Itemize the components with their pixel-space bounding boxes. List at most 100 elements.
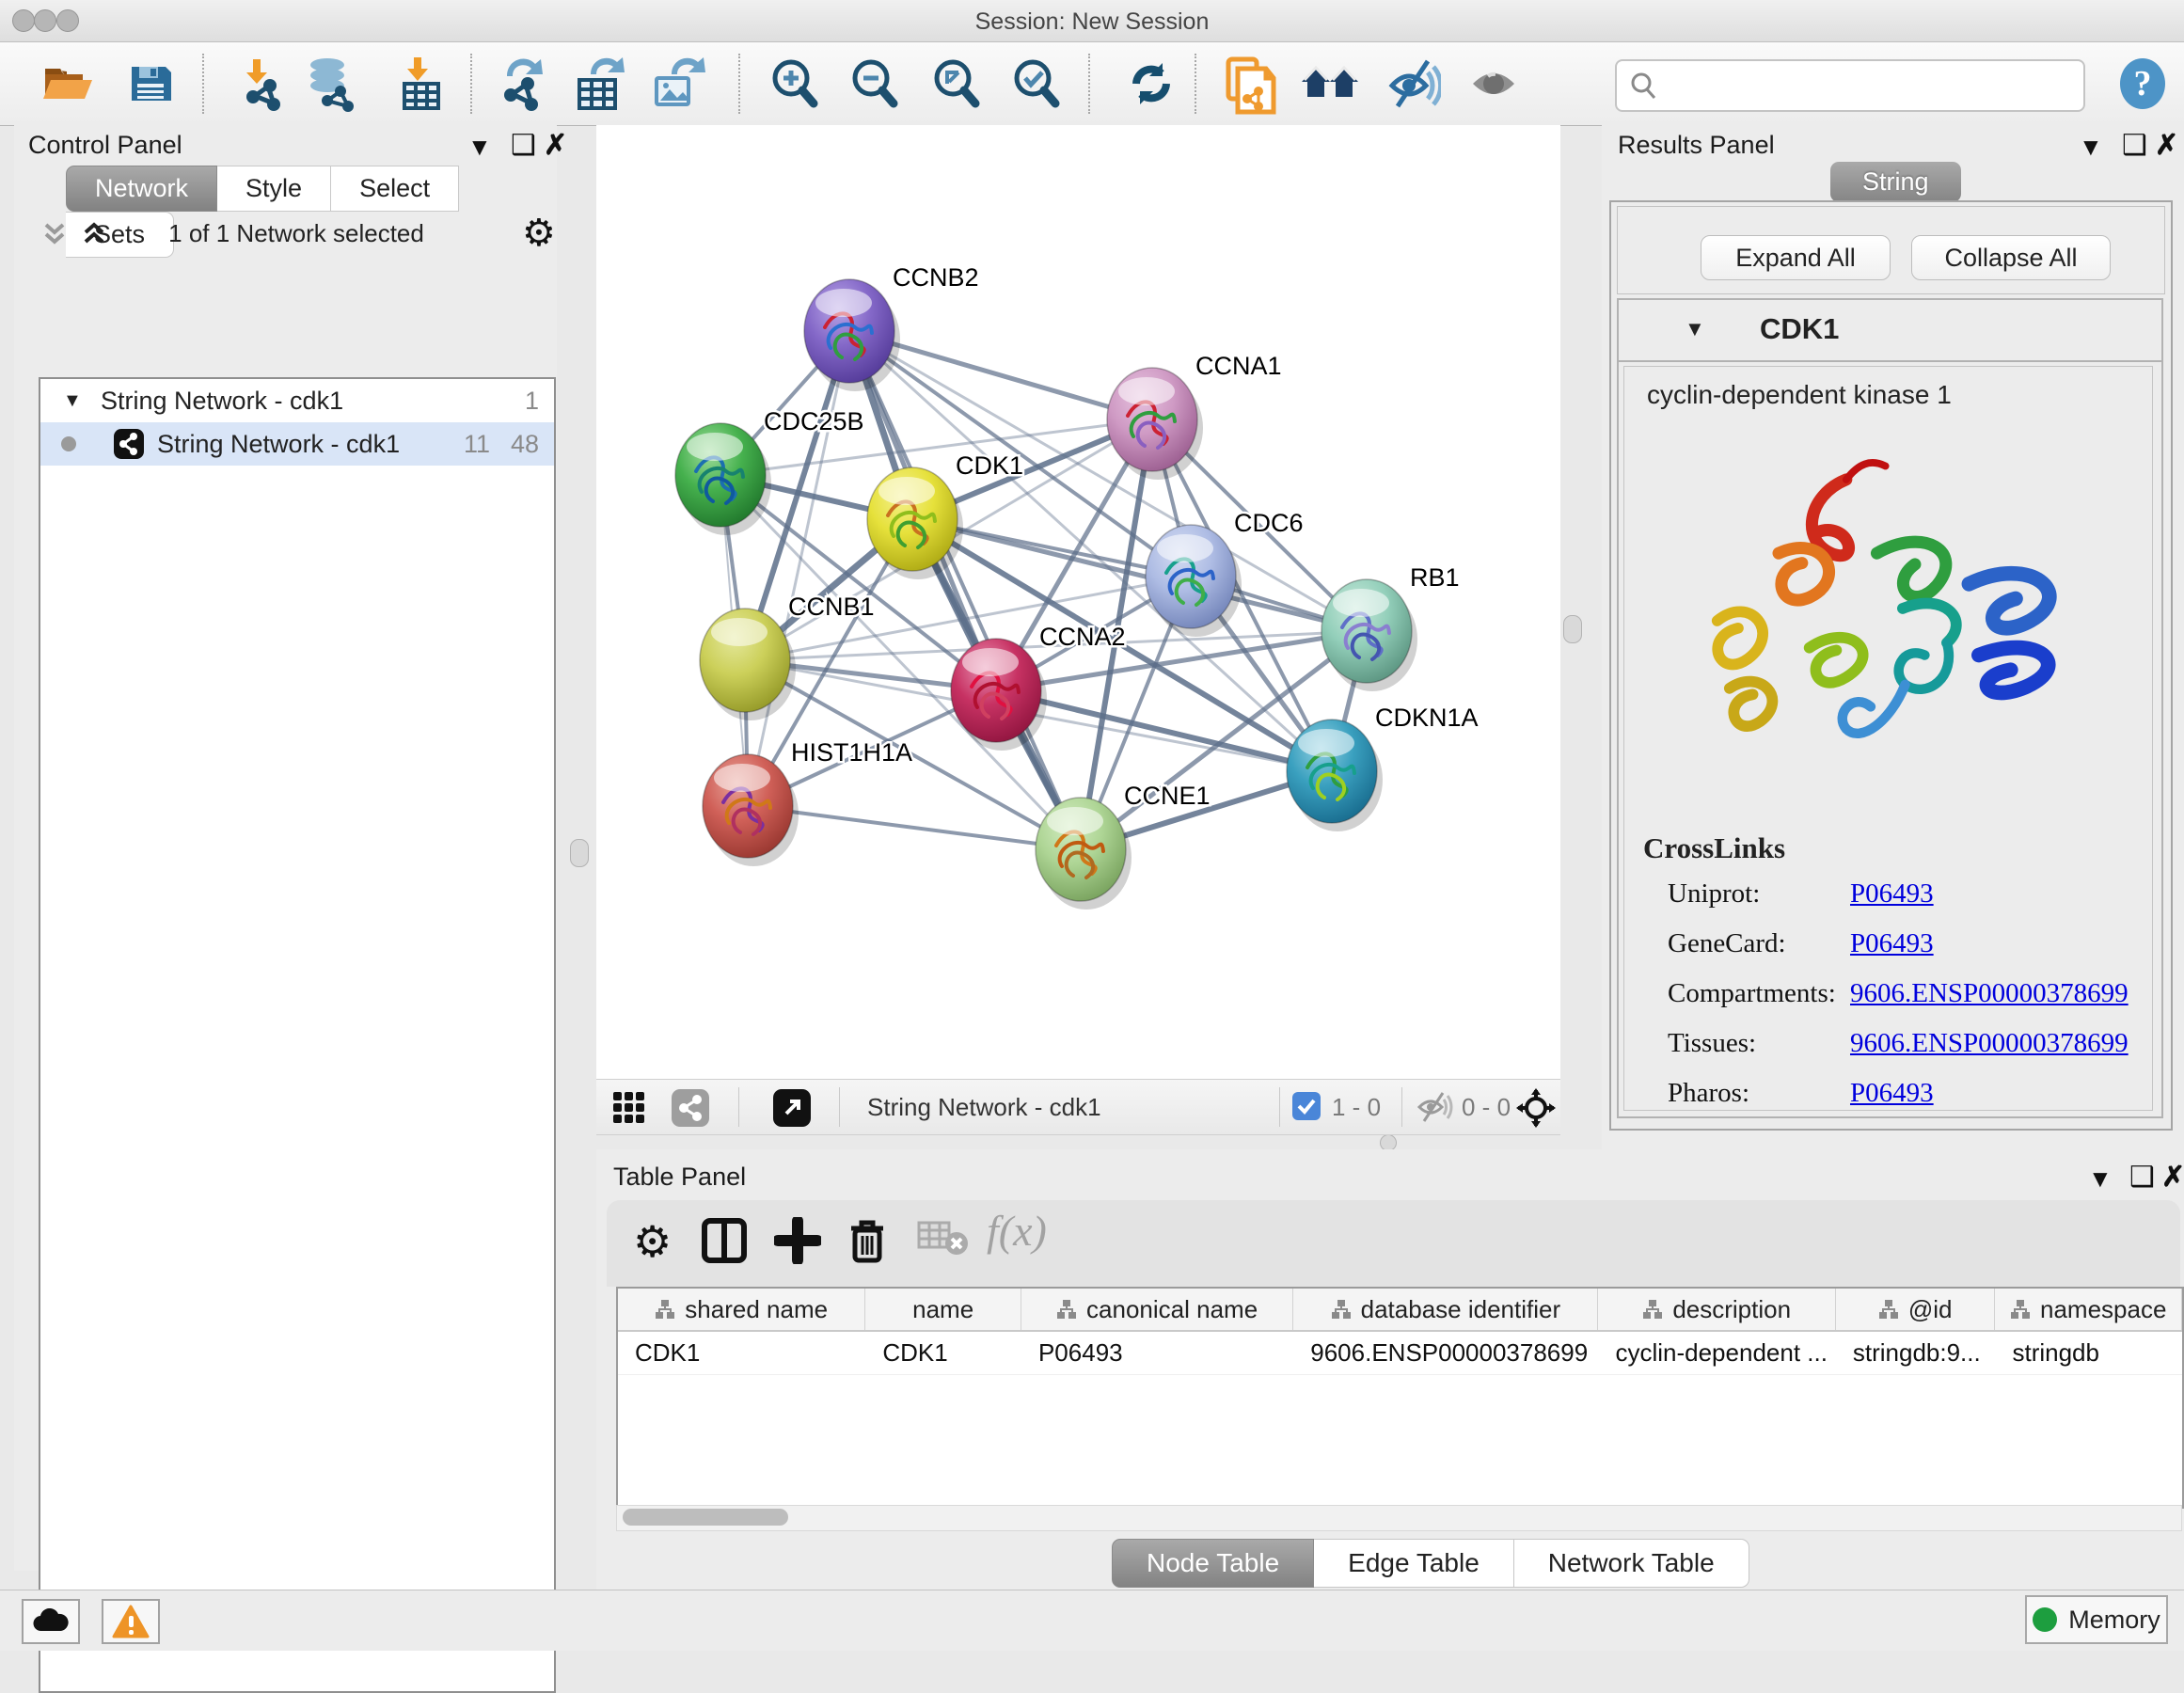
hidden-eye-icon[interactable]: [1416, 1091, 1454, 1123]
save-session-button[interactable]: [124, 55, 177, 112]
network-node-cdk1[interactable]: CDK1: [867, 451, 1023, 579]
float-panel-icon[interactable]: ❑: [511, 129, 536, 162]
zoom-out-button[interactable]: [847, 55, 899, 112]
open-session-button[interactable]: [40, 55, 92, 112]
network-node-hist1h1a[interactable]: HIST1H1A: [703, 738, 912, 866]
tab-string[interactable]: String: [1830, 162, 1961, 202]
export-network-button[interactable]: [496, 55, 548, 112]
crosslink-label: Uniprot:: [1668, 878, 1760, 910]
import-network-button[interactable]: [232, 55, 285, 112]
selected-checkbox-icon[interactable]: [1292, 1092, 1321, 1120]
clone-network-button[interactable]: [1223, 55, 1275, 112]
function-builder-icon[interactable]: f(x): [987, 1206, 1047, 1256]
collection-expander-icon[interactable]: ▼: [63, 379, 82, 422]
gene-section-header[interactable]: ▼ CDK1: [1619, 300, 2161, 362]
expand-all-icon[interactable]: [80, 217, 108, 249]
zoom-fit-button[interactable]: [928, 55, 981, 112]
table-cell[interactable]: stringdb: [1995, 1332, 2182, 1374]
table-settings-gear-icon[interactable]: ⚙: [633, 1217, 672, 1266]
zoom-selected-button[interactable]: [1008, 55, 1061, 112]
network-options-gear-icon[interactable]: ⚙: [522, 212, 556, 255]
column-header-database-identifier[interactable]: database identifier: [1293, 1289, 1598, 1330]
table-horizontal-scrollbar[interactable]: [616, 1505, 2182, 1531]
zoom-in-button[interactable]: [767, 55, 819, 112]
tab-select[interactable]: Select: [331, 166, 459, 212]
add-column-icon[interactable]: [774, 1217, 821, 1264]
table-cell[interactable]: cyclin-dependent ...: [1598, 1332, 1835, 1374]
tab-node-table[interactable]: Node Table: [1112, 1539, 1314, 1588]
table-cell[interactable]: 9606.ENSP00000378699: [1293, 1332, 1598, 1374]
grid-view-icon[interactable]: [611, 1090, 647, 1126]
network-node-cdkn1a[interactable]: CDKN1A: [1287, 704, 1479, 831]
panel-menu-icon[interactable]: ▼: [2088, 1164, 2113, 1194]
network-node-cdc6[interactable]: CDC6: [1146, 509, 1304, 637]
panel-menu-icon[interactable]: ▼: [2079, 133, 2103, 162]
table-cell[interactable]: CDK1: [865, 1332, 1021, 1374]
warnings-button[interactable]: [102, 1599, 160, 1644]
memory-button[interactable]: Memory: [2025, 1595, 2168, 1644]
delete-table-icon[interactable]: [917, 1217, 970, 1258]
detach-view-icon[interactable]: [773, 1089, 811, 1127]
column-header-canonical-name[interactable]: canonical name: [1021, 1289, 1293, 1330]
search-input[interactable]: [1666, 67, 2074, 103]
refresh-view-button[interactable]: [1125, 55, 1178, 112]
crosslink-link[interactable]: P06493: [1850, 928, 1934, 959]
close-panel-icon[interactable]: ✗: [544, 129, 567, 162]
table-row[interactable]: CDK1CDK1P064939606.ENSP00000378699cyclin…: [618, 1332, 2182, 1375]
left-splitter-handle[interactable]: [570, 839, 589, 867]
network-node-cdc25b[interactable]: CDC25B: [675, 407, 864, 535]
home-networks-button[interactable]: [1300, 55, 1353, 112]
collapse-all-icon[interactable]: [40, 217, 69, 249]
network-tree: ▼ String Network - cdk1 1 String Network…: [39, 377, 556, 1693]
float-panel-icon[interactable]: ❑: [2129, 1161, 2155, 1194]
column-header-namespace[interactable]: namespace: [1995, 1289, 2182, 1330]
close-panel-icon[interactable]: ✗: [2161, 1161, 2184, 1194]
tab-network[interactable]: Network: [66, 166, 217, 212]
column-header-shared-name[interactable]: shared name: [618, 1289, 865, 1330]
network-row[interactable]: String Network - cdk1 11 48: [40, 422, 554, 466]
close-panel-icon[interactable]: ✗: [2155, 129, 2178, 162]
import-table-button[interactable]: [393, 55, 446, 112]
column-header-description[interactable]: description: [1598, 1289, 1835, 1330]
float-panel-icon[interactable]: ❑: [2122, 129, 2147, 162]
crosslink-link[interactable]: 9606.ENSP00000378699: [1850, 978, 2129, 1009]
toolbar-separator: [1088, 54, 1090, 114]
delete-column-trash-icon[interactable]: [846, 1217, 889, 1264]
export-table-button[interactable]: [572, 55, 625, 112]
column-header-name[interactable]: name: [865, 1289, 1021, 1330]
crosslink-link[interactable]: P06493: [1850, 1078, 1934, 1109]
network-edge[interactable]: [849, 331, 1081, 849]
network-node-ccne1[interactable]: CCNE1: [1036, 782, 1211, 910]
help-button[interactable]: ?: [2114, 55, 2171, 112]
show-hide-graphics-button[interactable]: [1386, 55, 1439, 112]
crosslink-link[interactable]: 9606.ENSP00000378699: [1850, 1028, 2129, 1059]
collapse-all-button[interactable]: Collapse All: [1911, 235, 2111, 280]
tab-network-table[interactable]: Network Table: [1514, 1539, 1749, 1588]
tab-style[interactable]: Style: [217, 166, 331, 212]
column-header--id[interactable]: @id: [1836, 1289, 1996, 1330]
table-cell[interactable]: stringdb:9...: [1836, 1332, 1996, 1374]
scrollbar-thumb[interactable]: [623, 1509, 788, 1526]
right-splitter-handle[interactable]: [1563, 615, 1582, 643]
table-cell[interactable]: P06493: [1021, 1332, 1293, 1374]
network-node-ccnb2[interactable]: CCNB2: [804, 263, 979, 391]
network-graph[interactable]: CCNB2CCNA1CDC25BCDK1CDC6RB1CCNB1CCNA2CDK…: [596, 125, 1560, 1079]
show-columns-icon[interactable]: [701, 1217, 748, 1264]
expand-all-button[interactable]: Expand All: [1701, 235, 1891, 280]
tab-edge-table[interactable]: Edge Table: [1314, 1539, 1514, 1588]
table-cell[interactable]: CDK1: [618, 1332, 865, 1374]
export-image-button[interactable]: [649, 55, 702, 112]
network-edge[interactable]: [748, 331, 849, 806]
panel-menu-icon[interactable]: ▼: [467, 133, 492, 162]
network-node-rb1[interactable]: RB1: [1321, 563, 1460, 691]
results-buttons-box: Expand All Collapse All: [1617, 206, 2165, 294]
crosslink-link[interactable]: P06493: [1850, 878, 1934, 910]
cloud-status-button[interactable]: [22, 1599, 80, 1644]
network-view-share-icon[interactable]: [672, 1089, 709, 1127]
level-of-detail-button[interactable]: [1469, 55, 1522, 112]
network-canvas[interactable]: CCNB2CCNA1CDC25BCDK1CDC6RB1CCNB1CCNA2CDK…: [596, 125, 1560, 1079]
import-database-button[interactable]: [303, 55, 356, 112]
network-collection-row[interactable]: ▼ String Network - cdk1 1: [40, 379, 554, 422]
fit-content-crosshair-icon[interactable]: [1516, 1088, 1556, 1128]
section-expander-icon[interactable]: ▼: [1685, 317, 1705, 341]
